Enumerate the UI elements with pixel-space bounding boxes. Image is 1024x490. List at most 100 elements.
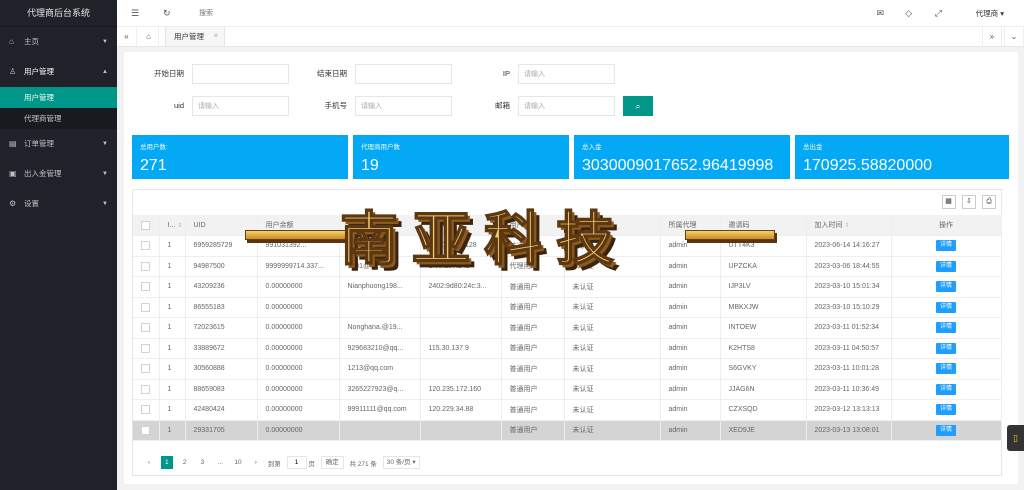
page-button-1[interactable]: 1 — [160, 456, 173, 469]
row-checkbox[interactable] — [133, 317, 160, 339]
detail-button[interactable]: 详情 — [935, 301, 956, 313]
table-cell: 30560888 — [185, 358, 258, 380]
sidebar-item-user-management[interactable]: ♙ 用户管理 ▲ — [0, 57, 117, 87]
sidebar-item-orders[interactable]: ▤ 订单管理 ▼ — [0, 129, 117, 159]
tabs-scroll-left-icon[interactable]: « — [117, 27, 137, 46]
sidebar-item-settings[interactable]: ⚙ 设置 ▼ — [0, 189, 117, 219]
detail-button[interactable]: 详情 — [935, 383, 956, 395]
user-menu[interactable]: 代理商 ▾ — [976, 0, 1004, 27]
tabs-scroll-right-icon[interactable]: » — [982, 27, 1002, 46]
message-icon[interactable]: ✉ — [876, 0, 884, 27]
tab-label: 用户管理 — [174, 32, 204, 41]
start-date-input[interactable] — [192, 64, 289, 84]
table-cell: 普通用户 — [501, 358, 565, 380]
sidebar-subitem-agents[interactable]: 代理商管理 — [0, 108, 117, 129]
table-cell: 未认证 — [564, 420, 661, 441]
search-button[interactable]: ⌕ — [623, 96, 653, 116]
col-header[interactable]: 用户余额 — [257, 215, 340, 236]
detail-button[interactable]: 详情 — [935, 240, 956, 252]
refresh-icon[interactable]: ↻ — [163, 0, 171, 27]
col-header[interactable]: I... ⇕ — [159, 215, 186, 236]
page-button-10[interactable]: 10 — [232, 456, 244, 469]
detail-button[interactable]: 详情 — [935, 363, 956, 375]
tab-user-management[interactable]: 用户管理 × — [165, 27, 225, 46]
row-checkbox[interactable] — [133, 358, 160, 380]
ip-input[interactable] — [518, 64, 615, 84]
columns-icon[interactable]: ▦ — [941, 195, 956, 209]
col-header[interactable]: 注册IP — [420, 215, 502, 236]
row-action-cell: 详情 — [891, 399, 1002, 421]
header-search-input[interactable] — [199, 6, 319, 21]
chevron-down-icon: ▼ — [102, 39, 108, 45]
menu-toggle-icon[interactable]: ☰ — [131, 0, 139, 27]
user-icon: ♙ — [9, 67, 17, 76]
row-checkbox[interactable] — [133, 297, 160, 318]
table-row: 1 72023615 0.00000000 Nonghana.@19... 普通用户 未认… — [133, 317, 1002, 339]
sidebar-item-funds[interactable]: ▣ 出入金管理 ▼ — [0, 159, 117, 189]
row-checkbox[interactable] — [133, 399, 160, 421]
table-cell: 普通用户 — [501, 276, 565, 298]
row-checkbox[interactable] — [133, 379, 160, 400]
close-icon[interactable]: × — [214, 27, 218, 46]
table-cell: admin — [660, 338, 721, 359]
table-cell: 1 — [159, 256, 186, 277]
sidebar-subitem-users[interactable]: 用户管理 — [0, 87, 117, 108]
phone-input[interactable] — [355, 96, 452, 116]
table-cell: 2023-03-11 10:01:28 — [806, 358, 892, 380]
table-cell: CZXSQD — [720, 399, 807, 421]
col-header[interactable]: 用户类型 — [501, 215, 565, 236]
table-cell: 未认证 — [564, 235, 661, 257]
home-tab-icon[interactable]: ⌂ — [139, 27, 159, 46]
col-header[interactable]: 认证状态 — [564, 215, 661, 236]
prev-page-button[interactable]: ‹ — [143, 456, 155, 469]
page-button-3[interactable]: 3 — [196, 456, 208, 469]
row-action-cell: 详情 — [891, 379, 1002, 400]
col-header[interactable]: 邀请码 — [720, 215, 807, 236]
next-page-button[interactable]: › — [250, 456, 262, 469]
uid-input[interactable] — [192, 96, 289, 116]
table-cell: 1 — [159, 379, 186, 400]
row-checkbox[interactable] — [133, 276, 160, 298]
detail-button[interactable]: 详情 — [935, 404, 956, 416]
sidebar-item-home[interactable]: ⌂ 主页 ▼ — [0, 27, 117, 57]
table-cell: MBKXJW — [720, 297, 807, 318]
row-checkbox[interactable] — [133, 338, 160, 359]
tabs-menu-icon[interactable]: ⌄ — [1004, 27, 1024, 46]
table-cell: 0.00000000 — [257, 420, 340, 441]
floating-tool-icon[interactable]: ▯ — [1007, 425, 1024, 451]
email-input[interactable] — [518, 96, 615, 116]
row-checkbox[interactable] — [133, 235, 160, 257]
col-header[interactable]: UID — [185, 215, 258, 236]
per-page-select[interactable]: 30 条/页 ▾ — [382, 456, 420, 469]
detail-button[interactable]: 详情 — [935, 281, 956, 293]
table-cell: 6959285729 — [185, 235, 258, 257]
print-icon[interactable]: ⎙ — [982, 195, 996, 209]
row-checkbox[interactable] — [133, 420, 160, 441]
col-header[interactable]: 邮箱 — [339, 215, 421, 236]
table-cell: JJAG6N — [720, 379, 807, 400]
table-cell: 未认证 — [564, 399, 661, 421]
detail-button[interactable]: 详情 — [935, 424, 956, 436]
detail-button[interactable]: 详情 — [935, 322, 956, 334]
fullscreen-icon[interactable]: ⤢ — [935, 0, 942, 27]
goto-page-input[interactable] — [286, 456, 307, 470]
goto-confirm-button[interactable]: 确定 — [320, 456, 344, 469]
export-icon[interactable]: ⇩ — [961, 195, 976, 209]
end-date-input[interactable] — [355, 64, 452, 84]
table-row: 1 88659083 0.00000000 3265227923@q... 120.23… — [133, 379, 1002, 400]
detail-button[interactable]: 详情 — [935, 342, 956, 354]
table-cell: UPZCKA — [720, 256, 807, 277]
row-checkbox[interactable] — [133, 256, 160, 277]
detail-button[interactable]: 详情 — [935, 260, 956, 272]
table-cell: 2023-03-06 18:44:55 — [806, 256, 892, 277]
col-header[interactable]: 所属代理 — [660, 215, 721, 236]
sidebar-item-label: 出入金管理 — [24, 169, 62, 178]
tag-icon[interactable]: ◇ — [905, 0, 912, 27]
col-header[interactable]: 加入时间 ⇕ — [806, 215, 892, 236]
chevron-down-icon: ▼ — [102, 171, 108, 177]
select-all-checkbox[interactable] — [133, 215, 160, 236]
page-button-2[interactable]: 2 — [179, 456, 191, 469]
table-cell: 1 — [159, 399, 186, 421]
tabs-bar: « ⌂ 用户管理 × » ⌄ — [117, 27, 1024, 47]
email-label: 邮箱 — [495, 101, 510, 110]
